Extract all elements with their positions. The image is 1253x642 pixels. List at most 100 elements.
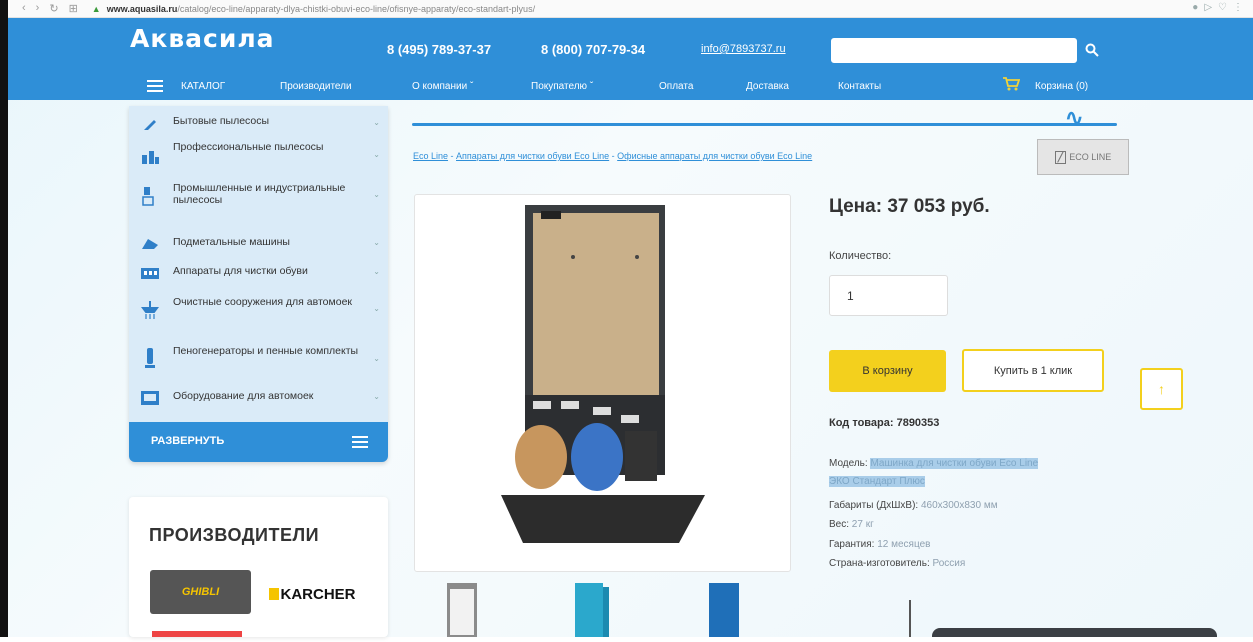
chevron-down-icon: ⌄ [373, 392, 380, 401]
spec-label: Габариты (ДхШхВ): [829, 500, 919, 511]
menu-customers-label: Покупателю [531, 81, 588, 92]
size-ruler [909, 600, 911, 637]
sidebar-item-label: Подметальные машины [173, 236, 290, 248]
brand-karcher-text: KARCHER [280, 585, 356, 603]
search-icon[interactable] [1081, 39, 1103, 61]
phone-moscow[interactable]: 8 (495) 789-37-37 [387, 42, 491, 57]
content-divider [412, 123, 1117, 126]
vacuum-icon [139, 114, 161, 134]
menu-about[interactable]: О компании ˇ [412, 81, 473, 92]
extension-icon[interactable]: ● [1192, 2, 1198, 13]
brand-ghibli-logo[interactable]: GHIBLI [150, 570, 251, 614]
left-dark-edge [0, 0, 8, 637]
catalog-sidebar: Бытовые пылесосы ⌄ Профессиональные пыле… [129, 106, 388, 462]
add-to-cart-button[interactable]: В корзину [829, 350, 946, 392]
spec-value: 27 кг [851, 519, 874, 530]
chevron-down-icon: ˇ [589, 81, 594, 92]
sidebar-item-sweepers[interactable]: Подметальные машины ⌄ [129, 232, 388, 252]
sidebar-item-shoe-cleaners[interactable]: Аппараты для чистки обуви ⌄ [129, 261, 388, 281]
thumbnail-3[interactable] [703, 583, 753, 637]
sidebar-item-industrial-vacuums[interactable]: Промышленные и индустриальные пылесосы ⌄ [129, 176, 388, 210]
url-path: /catalog/eco-line/apparaty-dlya-chistki-… [177, 3, 536, 14]
quantity-input[interactable]: 1 [829, 275, 948, 316]
shoe-cleaner-icon [139, 263, 161, 283]
foam-generator-icon [139, 348, 161, 368]
chevron-down-icon: ⌄ [373, 150, 380, 159]
chat-widget[interactable] [932, 628, 1217, 637]
menu-delivery[interactable]: Доставка [746, 81, 789, 92]
eco-line-mark: ╱ [1054, 150, 1067, 164]
site-logo[interactable]: Аквасила [130, 24, 275, 53]
karcher-mark [268, 588, 279, 600]
eco-line-text: ECO LINE [1069, 152, 1112, 162]
scroll-to-top-button[interactable]: ↑ [1140, 368, 1183, 410]
reload-icon[interactable]: ↻ [49, 2, 58, 15]
sweeper-icon [139, 234, 161, 254]
menu-customers[interactable]: Покупателю ˇ [531, 81, 593, 92]
spec-dimensions: Габариты (ДхШхВ): 460x300x830 мм [829, 500, 998, 511]
sidebar-item-household-vacuums[interactable]: Бытовые пылесосы ⌄ [129, 110, 388, 132]
spec-label: Страна-изготовитель: [829, 558, 930, 569]
cart-icon[interactable] [1002, 76, 1021, 95]
back-icon[interactable]: ‹ [22, 2, 26, 15]
sidebar-item-label: Очистные сооружения для автомоек [173, 296, 352, 308]
phone-free[interactable]: 8 (800) 707-79-34 [541, 42, 645, 57]
product-photo[interactable] [414, 194, 791, 572]
eco-line-brand-logo[interactable]: ╱ ECO LINE [1037, 139, 1129, 175]
shoe-cleaner-image [501, 205, 705, 543]
spec-label: Вес: [829, 519, 850, 530]
address-bar[interactable]: ‹ › ↻ ⊞ ▲ www.aquasila.ru/catalog/eco-li… [8, 0, 1253, 18]
product-sku: Код товара: 7890353 [829, 417, 940, 429]
sidebar-item-water-treatment[interactable]: Очистные сооружения для автомоек ⌄ [129, 290, 388, 324]
quantity-label: Количество: [829, 250, 892, 262]
menu-payment[interactable]: Оплата [659, 81, 693, 92]
menu-manufacturers[interactable]: Производители [280, 81, 352, 92]
spec-warranty: Гарантия: 12 месяцев [829, 539, 930, 550]
breadcrumb-separator: - [609, 151, 618, 161]
spec-weight: Вес: 27 кг [829, 519, 874, 530]
sidebar-item-foam-generators[interactable]: Пеногенераторы и пенные комплекты ⌄ [129, 340, 388, 374]
spec-model: Модель: Машинка для чистки обуви Eco Lin… [829, 458, 1039, 469]
extension-icon[interactable]: ▷ [1204, 2, 1212, 13]
email-link[interactable]: info@7893737.ru [701, 43, 786, 55]
search-input[interactable] [831, 38, 1077, 63]
buy-one-click-button[interactable]: Купить в 1 клик [962, 349, 1104, 392]
apps-grid-icon[interactable]: ⊞ [69, 2, 78, 15]
sidebar-item-pro-vacuums[interactable]: Профессиональные пылесосы ⌄ [129, 136, 388, 170]
spec-country: Страна-изготовитель: Россия [829, 558, 965, 569]
spec-value: Россия [932, 558, 966, 569]
thumbnail-2[interactable] [575, 583, 625, 637]
menu-catalog[interactable]: КАТАЛОГ [181, 81, 225, 92]
bookmark-icon[interactable]: ♡ [1218, 2, 1227, 13]
chevron-down-icon: ⌄ [373, 190, 380, 199]
menu-icon[interactable]: ⋮ [1233, 2, 1243, 13]
breadcrumb-link[interactable]: Аппараты для чистки обуви Eco Line [456, 151, 609, 161]
chevron-down-icon: ⌄ [373, 304, 380, 313]
menu-about-label: О компании [412, 81, 468, 92]
expand-label: РАЗВЕРНУТЬ [151, 435, 225, 447]
expand-catalog-button[interactable]: РАЗВЕРНУТЬ [129, 422, 388, 462]
breadcrumb-link[interactable]: Eco Line [413, 151, 448, 161]
list-icon [352, 436, 368, 451]
forward-icon[interactable]: › [36, 2, 40, 15]
menu-cart[interactable]: Корзина (0) [1035, 81, 1088, 92]
browser-nav: ‹ › ↻ ⊞ [8, 2, 78, 15]
thumbnail-1[interactable] [441, 583, 491, 637]
sidebar-item-label: Пеногенераторы и пенные комплекты [173, 345, 359, 357]
chevron-down-icon: ⌄ [373, 238, 380, 247]
sidebar-item-label: Бытовые пылесосы [173, 115, 270, 127]
breadcrumb-separator: - [448, 151, 457, 161]
spec-label: Гарантия: [829, 539, 875, 550]
url-host: www.aquasila.ru [106, 3, 178, 14]
lock-icon: ▲ [91, 3, 101, 14]
water-treatment-icon [139, 300, 161, 320]
url-text[interactable]: www.aquasila.ru/catalog/eco-line/apparat… [107, 4, 535, 14]
spec-value: Машинка для чистки обуви Eco Line [870, 458, 1039, 469]
menu-contacts[interactable]: Контакты [838, 81, 881, 92]
brand-logo-partial[interactable] [152, 631, 242, 637]
breadcrumb-link[interactable]: Офисные аппараты для чистки обуви Eco Li… [617, 151, 812, 161]
brand-karcher-logo[interactable]: KARCHER [262, 575, 362, 613]
arrow-up-icon: ↑ [1158, 381, 1165, 397]
sidebar-item-carwash-equipment[interactable]: Оборудование для автомоек ⌄ [129, 386, 388, 406]
chevron-down-icon: ⌄ [373, 267, 380, 276]
